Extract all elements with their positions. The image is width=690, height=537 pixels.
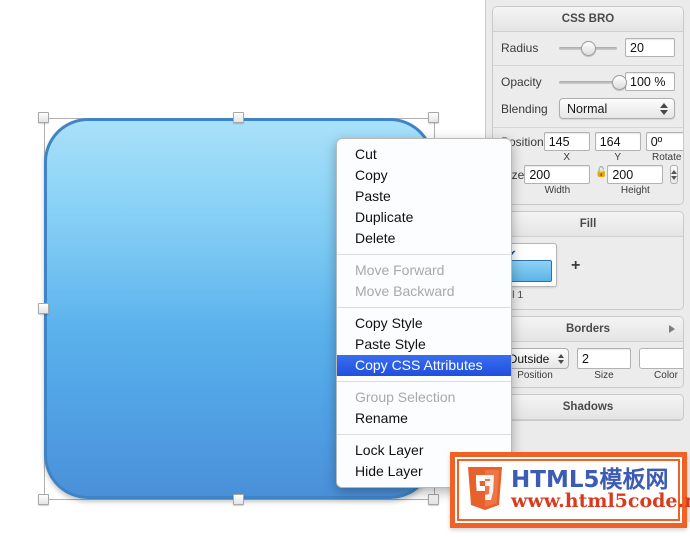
watermark-banner: HTML5模板网 www.html5code.net <box>450 452 690 528</box>
rotate-caption: Rotate <box>651 152 682 163</box>
opacity-blending-body: Opacity 100 % Blending Normal <box>493 65 683 127</box>
width-input[interactable]: 200 <box>524 165 591 184</box>
size-row: Size 200 Width 🔓 200 Height <box>501 165 679 196</box>
opacity-input[interactable]: 100 % <box>625 72 675 91</box>
menu-item-rename[interactable]: Rename <box>337 408 511 429</box>
border-color-caption: Color <box>654 370 678 381</box>
border-position-caption: Position <box>517 370 553 381</box>
add-fill-button[interactable]: + <box>571 257 580 275</box>
height-input[interactable]: 200 <box>607 165 664 184</box>
selection-handle-bottom-center[interactable] <box>233 494 244 505</box>
menu-item-cut[interactable]: Cut <box>337 144 511 165</box>
menu-item-copy-style[interactable]: Copy Style <box>337 313 511 334</box>
blending-select-value: Normal <box>567 102 608 116</box>
fill-group: Fill ✔ Fill 1 + <box>492 211 684 310</box>
blending-label: Blending <box>501 101 548 116</box>
position-y-input[interactable]: 164 <box>594 132 641 151</box>
menu-item-move-forward: Move Forward <box>355 262 445 278</box>
fill-color-preview[interactable] <box>506 260 552 282</box>
position-x-field: 145 X <box>543 132 590 163</box>
selection-handle-top-center[interactable] <box>233 112 244 123</box>
menu-item-paste-style[interactable]: Paste Style <box>337 334 511 355</box>
menu-separator <box>337 381 511 382</box>
menu-item-duplicate[interactable]: Duplicate <box>337 207 511 228</box>
opacity-label: Opacity <box>501 74 542 89</box>
selection-handle-middle-left[interactable] <box>38 303 49 314</box>
position-x-input[interactable]: 145 <box>543 132 590 151</box>
radius-input[interactable]: 20 <box>625 38 675 57</box>
menu-separator <box>337 254 511 255</box>
selection-handle-bottom-left[interactable] <box>38 494 49 505</box>
opacity-row: Opacity 100 % <box>501 72 675 91</box>
chevron-updown-icon <box>660 102 668 115</box>
menu-item-paste[interactable]: Paste <box>337 186 511 207</box>
selection-handle-top-right[interactable] <box>428 112 439 123</box>
width-field: 200 Width <box>524 165 591 196</box>
height-caption: Height <box>620 185 650 196</box>
border-size-caption: Size <box>594 370 614 381</box>
menu-separator <box>337 307 511 308</box>
fill-body: ✔ Fill 1 + <box>493 237 683 309</box>
position-y-field: 164 Y <box>594 132 641 163</box>
selection-handle-bottom-right[interactable] <box>428 494 439 505</box>
context-menu[interactable]: Cut Copy Paste Duplicate Delete Move Forward M… <box>336 138 512 488</box>
rotate-field: 0º Rotate <box>645 132 683 163</box>
borders-title-label: Borders <box>565 323 611 335</box>
selection-handle-top-left[interactable] <box>38 112 49 123</box>
position-x-caption: X <box>563 152 571 163</box>
borders-body: Outside Position 2 Size Color <box>493 342 683 387</box>
border-size-field: 2 Size <box>577 348 631 381</box>
lock-open-icon[interactable]: 🔓 <box>595 165 607 178</box>
border-size-input[interactable]: 2 <box>577 348 631 369</box>
css-bro-body: Radius 20 <box>493 32 683 65</box>
blending-select[interactable]: Normal <box>559 98 675 119</box>
height-field: 200 Height <box>607 165 664 196</box>
radius-row: Radius 20 <box>501 38 675 57</box>
html5-logo-icon <box>465 467 505 513</box>
menu-item-delete[interactable]: Delete <box>337 228 511 249</box>
borders-controls-row: Outside Position 2 Size Color <box>501 348 683 381</box>
shadows-group: Shadows <box>492 394 684 421</box>
border-color-well[interactable] <box>639 348 683 369</box>
inspector-panel: CSS BRO Radius 20 Opacity 100 % Blending… <box>485 0 690 522</box>
menu-item-copy[interactable]: Copy <box>337 165 511 186</box>
radius-label: Radius <box>501 40 539 55</box>
menu-separator <box>337 434 511 435</box>
triangle-right-icon[interactable] <box>669 325 675 333</box>
menu-item-move-backward: Move Backward <box>355 283 455 299</box>
fill-title: Fill <box>493 212 683 237</box>
chevron-updown-icon <box>558 353 564 364</box>
menu-item-copy-css-attributes[interactable]: Copy CSS Attributes <box>337 355 511 376</box>
radius-slider[interactable] <box>559 40 617 56</box>
css-bro-group: CSS BRO Radius 20 Opacity 100 % Blending… <box>492 6 684 205</box>
position-row: Position 145 X 164 Y 0º Rotate <box>501 132 683 163</box>
position-y-caption: Y <box>614 152 622 163</box>
blending-row: Blending Normal <box>501 98 675 119</box>
borders-group: Borders Outside Position 2 Size Color <box>492 316 684 388</box>
opacity-slider[interactable] <box>559 74 628 90</box>
opacity-slider-track <box>559 80 617 84</box>
shadows-title: Shadows <box>493 395 683 420</box>
border-position-value: Outside <box>508 352 550 366</box>
borders-title: Borders <box>493 317 683 342</box>
geometry-body: Position 145 X 164 Y 0º Rotate Size 200 <box>493 127 683 204</box>
watermark-text: HTML5模板网 www.html5code.net <box>511 469 690 511</box>
rotate-input[interactable]: 0º <box>645 132 683 151</box>
menu-item-group-selection: Group Selection <box>355 389 456 405</box>
watermark-line2: www.html5code.net <box>511 490 690 512</box>
size-stepper[interactable] <box>670 165 679 184</box>
border-color-field: Color <box>639 348 683 381</box>
opacity-slider-knob[interactable] <box>612 74 628 90</box>
css-bro-title: CSS BRO <box>493 7 683 32</box>
radius-slider-knob[interactable] <box>581 40 597 56</box>
width-caption: Width <box>544 185 571 196</box>
